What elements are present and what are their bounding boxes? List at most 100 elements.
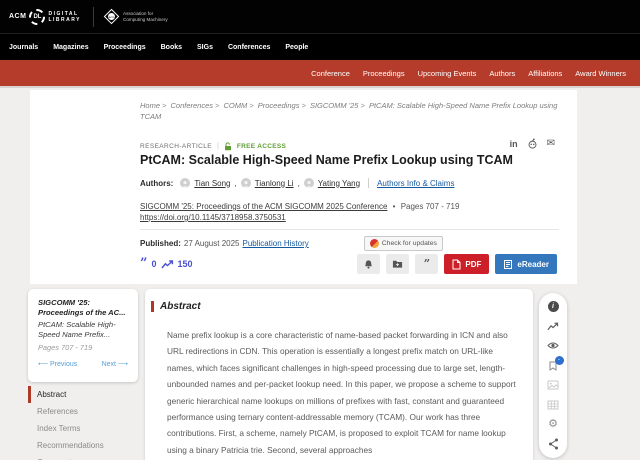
- trending-icon: [161, 260, 174, 269]
- open-lock-icon: [224, 142, 232, 151]
- proceedings-link[interactable]: SIGCOMM '25: Proceedings of the ACM SIGC…: [140, 202, 387, 211]
- check-updates-label: Check for updates: [382, 240, 437, 247]
- association-line2: Computing Machinery: [123, 17, 168, 22]
- conf-nav-authors[interactable]: Authors: [489, 69, 515, 78]
- conf-nav-award-winners[interactable]: Award Winners: [575, 69, 626, 78]
- header-divider: [93, 7, 94, 27]
- nav-item-conferences[interactable]: Conferences: [228, 44, 270, 51]
- breadcrumb-sigcomm25[interactable]: SIGCOMM '25: [310, 101, 359, 110]
- authors-divider: [368, 178, 369, 188]
- share-icon: [548, 438, 559, 450]
- nav-item-sigs[interactable]: SIGs: [197, 44, 213, 51]
- acm-dl-article-page: ACM DL DIGITAL LIBRARY acm Association f…: [0, 0, 640, 460]
- author-link-tian-song[interactable]: Tian Song: [194, 179, 230, 188]
- section-nav-recommendations[interactable]: Recommendations: [28, 437, 140, 454]
- free-access-label: FREE ACCESS: [237, 143, 286, 150]
- figures-button[interactable]: [547, 379, 560, 392]
- acm-logo-text: ACM: [9, 13, 26, 20]
- bell-icon: [363, 259, 374, 270]
- metrics-counts: ” 0 150: [140, 259, 193, 269]
- authors-info-claims-link[interactable]: Authors Info & Claims: [377, 179, 454, 188]
- settings-button[interactable]: ⚙: [547, 418, 560, 431]
- ereader-icon: [503, 259, 513, 270]
- save-to-binder-button[interactable]: [386, 254, 409, 274]
- section-nav-index-terms[interactable]: Index Terms: [28, 420, 140, 437]
- authors-label: Authors:: [140, 179, 173, 188]
- breadcrumb-home[interactable]: Home: [140, 101, 160, 110]
- publication-history-link[interactable]: Publication History: [243, 239, 309, 248]
- previous-article-link[interactable]: ⟵ Previous: [38, 360, 77, 368]
- reddit-icon[interactable]: [527, 138, 538, 149]
- doi-link[interactable]: https://doi.org/10.1145/3718958.3750531: [140, 213, 286, 222]
- email-icon[interactable]: ✉: [547, 138, 555, 149]
- check-for-updates-button[interactable]: Check for updates: [364, 236, 443, 251]
- abstract-heading: Abstract: [160, 301, 201, 312]
- acm-association-logo[interactable]: acm Association for Computing Machinery: [106, 11, 168, 22]
- info-button[interactable]: i: [547, 300, 560, 313]
- metrics-row: ” 0 150 ” PDF eReader: [140, 254, 557, 274]
- article-type-label: RESEARCH-ARTICLE: [140, 143, 212, 150]
- abstract-text: Name prefix lookup is a core characteris…: [167, 327, 521, 458]
- author-avatar[interactable]: [304, 178, 314, 188]
- tables-button[interactable]: [547, 399, 560, 412]
- publication-source-row: SIGCOMM '25: Proceedings of the ACM SIGC…: [140, 202, 459, 211]
- previous-label: Previous: [50, 361, 77, 368]
- abstract-heading-row: Abstract: [151, 301, 201, 312]
- section-nav: Abstract References Index Terms Recommen…: [28, 386, 140, 460]
- nav-item-proceedings[interactable]: Proceedings: [104, 44, 146, 51]
- nav-item-people[interactable]: People: [285, 44, 308, 51]
- breadcrumb-comm[interactable]: COMM: [224, 101, 248, 110]
- breadcrumb-separator: >: [213, 101, 221, 110]
- next-arrow-icon: ⟶: [118, 361, 128, 368]
- dot-separator: •: [390, 202, 399, 211]
- author-avatar[interactable]: [241, 178, 251, 188]
- acm-dl-logo[interactable]: ACM DL DIGITAL LIBRARY: [9, 9, 81, 25]
- metrics-button[interactable]: [547, 320, 560, 333]
- breadcrumb-separator: >: [247, 101, 255, 110]
- section-nav-references[interactable]: References: [28, 403, 140, 420]
- next-label: Next: [102, 361, 116, 368]
- breadcrumb-proceedings[interactable]: Proceedings: [258, 101, 300, 110]
- previous-arrow-icon: ⟵: [38, 361, 48, 368]
- citation-quote-icon: ”: [140, 260, 147, 268]
- panel-divider: [140, 229, 559, 230]
- author-avatar[interactable]: [180, 178, 190, 188]
- view-button[interactable]: [547, 339, 560, 352]
- author-link-tianlong-li[interactable]: Tianlong Li: [255, 179, 294, 188]
- eye-icon: [547, 341, 559, 350]
- citations-button[interactable]: ”: [547, 359, 560, 372]
- section-nav-comments[interactable]: Comments: [28, 454, 140, 460]
- author-comma: ,: [235, 179, 237, 188]
- conf-nav-upcoming-events[interactable]: Upcoming Events: [418, 69, 477, 78]
- proceeding-title[interactable]: SIGCOMM '25: Proceedings of the AC...: [38, 298, 128, 317]
- conf-nav-proceedings[interactable]: Proceedings: [363, 69, 405, 78]
- pdf-button[interactable]: PDF: [444, 254, 489, 274]
- linkedin-icon[interactable]: in: [510, 139, 518, 149]
- published-label: Published:: [140, 239, 181, 248]
- floating-toolbar: i ” ⚙: [539, 293, 567, 458]
- conf-nav-conference[interactable]: Conference: [311, 69, 350, 78]
- next-article-link[interactable]: Next ⟶: [102, 360, 128, 368]
- citation-count[interactable]: 0: [151, 259, 156, 269]
- ereader-button[interactable]: eReader: [495, 254, 557, 274]
- doi-row: https://doi.org/10.1145/3718958.3750531: [140, 213, 286, 222]
- authors-row: Authors: Tian Song, Tianlong Li, Yating …: [140, 178, 454, 188]
- dl-logo-text: DL: [33, 14, 41, 20]
- conf-nav-affiliations[interactable]: Affiliations: [528, 69, 562, 78]
- share-button[interactable]: [547, 438, 560, 451]
- type-access-divider: |: [217, 143, 219, 150]
- author-link-yating-yang[interactable]: Yating Yang: [318, 179, 360, 188]
- table-icon: [547, 400, 559, 410]
- metric-count[interactable]: 150: [178, 259, 193, 269]
- pdf-button-label: PDF: [465, 260, 481, 269]
- info-icon: i: [548, 301, 559, 312]
- alert-bell-button[interactable]: [357, 254, 380, 274]
- acm-badge-text: acm: [108, 13, 115, 20]
- cite-button[interactable]: ”: [415, 254, 438, 274]
- nav-item-books[interactable]: Books: [161, 44, 182, 51]
- section-nav-abstract[interactable]: Abstract: [28, 386, 140, 403]
- nav-item-magazines[interactable]: Magazines: [53, 44, 88, 51]
- pages-label: Pages 707 - 719: [401, 202, 460, 211]
- breadcrumb-conferences[interactable]: Conferences: [171, 101, 214, 110]
- nav-item-journals[interactable]: Journals: [9, 44, 38, 51]
